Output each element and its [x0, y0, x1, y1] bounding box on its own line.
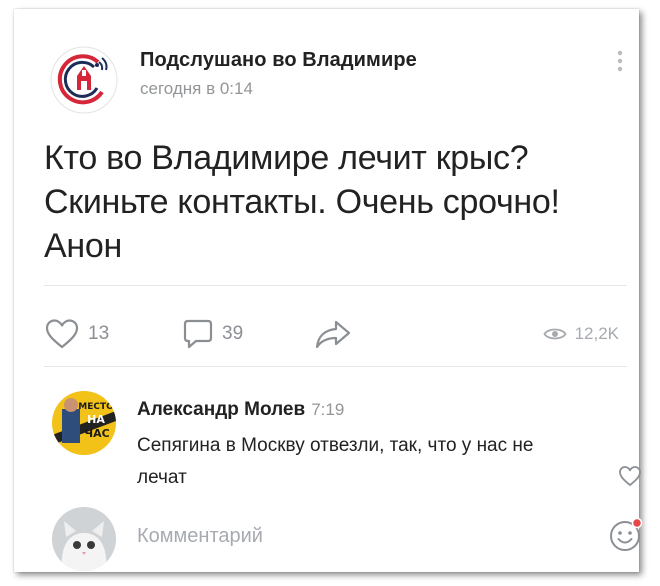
- share-button[interactable]: [314, 314, 352, 354]
- group-name[interactable]: Подслушано во Владимире: [140, 49, 417, 72]
- post-text-line: Скиньте контакты. Очень срочно!: [44, 183, 560, 221]
- eye-icon: [543, 328, 567, 340]
- post-timestamp[interactable]: сегодня в 0:14: [140, 79, 253, 99]
- comment-author-avatar[interactable]: МЕСТО НА ЧАС: [52, 391, 116, 455]
- like-button[interactable]: 13: [44, 314, 109, 354]
- post-card: Подслушано во Владимире сегодня в 0:14 К…: [14, 9, 643, 572]
- emoji-button[interactable]: [608, 517, 644, 558]
- comment-like-icon: [619, 466, 641, 486]
- comment-author[interactable]: Александр Молев 7:19: [137, 399, 344, 421]
- divider: [44, 366, 627, 367]
- notification-dot: [631, 517, 643, 529]
- my-avatar[interactable]: [52, 507, 116, 571]
- more-options-button[interactable]: [610, 47, 630, 79]
- emoji-icon: [610, 517, 643, 551]
- views-counter: 12,2K: [543, 324, 619, 344]
- views-count: 12,2K: [574, 324, 619, 343]
- like-icon: [45, 319, 79, 349]
- comment-like-button[interactable]: [618, 465, 642, 492]
- avatar-text: ЧАС: [84, 427, 109, 440]
- post-text-line: Анон: [44, 227, 122, 265]
- group-logo-icon: [50, 46, 118, 114]
- group-avatar[interactable]: [50, 46, 118, 114]
- more-vertical-icon: [617, 50, 623, 72]
- divider: [44, 285, 627, 286]
- comment-icon: [183, 319, 213, 349]
- comment-count: 39: [222, 323, 244, 344]
- like-count: 13: [88, 323, 110, 344]
- comment-input[interactable]: Комментарий: [137, 525, 263, 548]
- avatar-image: МЕСТО НА ЧАС: [52, 391, 116, 455]
- share-icon: [315, 320, 351, 349]
- comment-author-name[interactable]: Александр Молев: [137, 399, 305, 420]
- comment-time[interactable]: 7:19: [311, 400, 344, 419]
- avatar-text: МЕСТО: [78, 402, 114, 412]
- post-text: Кто во Владимире лечит крыс? Скиньте кон…: [44, 136, 624, 268]
- comment-text: Сепягина в Москву отвезли, так, что у на…: [137, 435, 534, 488]
- avatar-image: [52, 507, 116, 571]
- avatar-text: НА: [87, 413, 105, 426]
- comment-button[interactable]: 39: [182, 314, 243, 354]
- post-text-line: Кто во Владимире лечит крыс?: [44, 139, 529, 177]
